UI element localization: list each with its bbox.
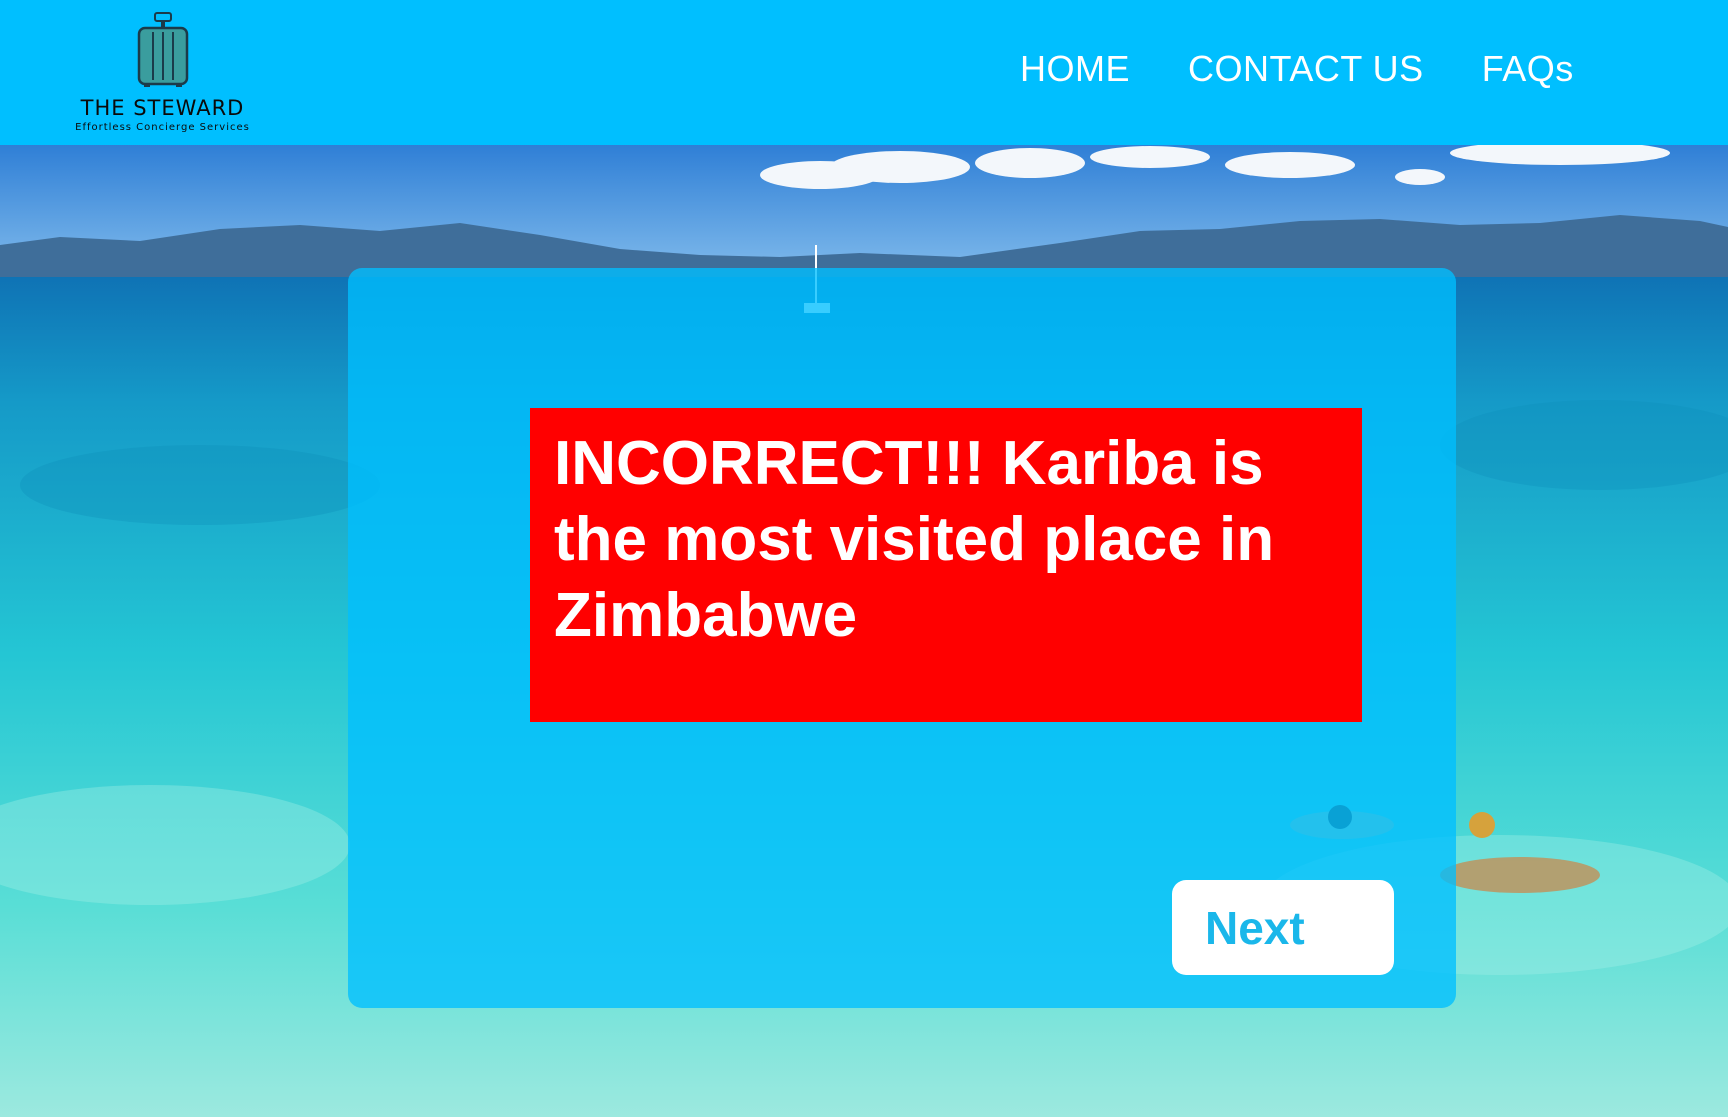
page: THE STEWARD Effortless Concierge Service… (0, 0, 1728, 1117)
result-message: INCORRECT!!! Kariba is the most visited … (554, 429, 1275, 650)
suitcase-icon (137, 12, 189, 87)
main-nav: HOME CONTACT US FAQs (1020, 48, 1574, 90)
nav-contact-link[interactable]: CONTACT US (1188, 48, 1424, 90)
brand-logo[interactable]: THE STEWARD Effortless Concierge Service… (55, 12, 270, 137)
brand-tagline: Effortless Concierge Services (75, 122, 250, 133)
nav-home-link[interactable]: HOME (1020, 48, 1130, 90)
nav-faqs-link[interactable]: FAQs (1482, 48, 1574, 90)
quiz-panel: INCORRECT!!! Kariba is the most visited … (348, 268, 1456, 1008)
site-header: THE STEWARD Effortless Concierge Service… (0, 0, 1728, 145)
incorrect-result-box: INCORRECT!!! Kariba is the most visited … (530, 408, 1362, 722)
brand-title: THE STEWARD (80, 96, 245, 120)
next-button[interactable]: Next (1172, 880, 1394, 975)
